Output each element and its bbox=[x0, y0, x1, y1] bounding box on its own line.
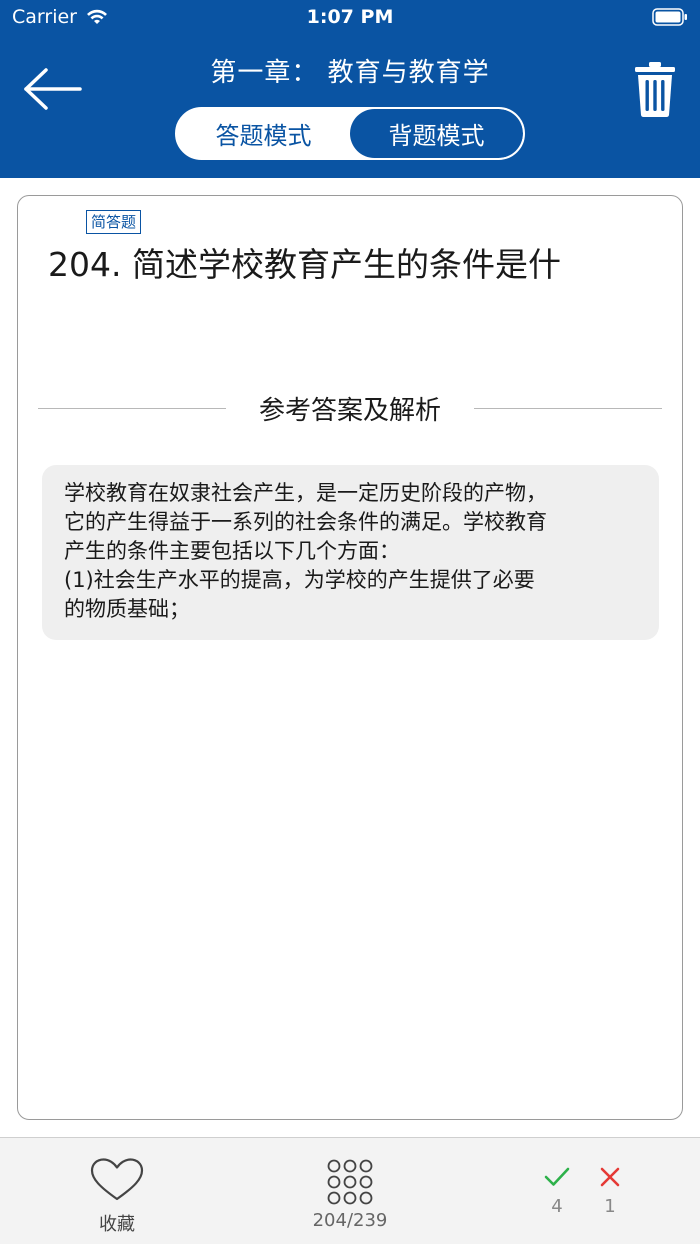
answer-line: (1)社会生产水平的提高，为学校的产生提供了必要 bbox=[64, 568, 535, 592]
status-bar: Carrier 1:07 PM bbox=[0, 0, 700, 36]
wrong-stat: 1 bbox=[590, 1166, 630, 1217]
progress-label: 204/239 bbox=[312, 1210, 388, 1231]
correct-stat: 4 bbox=[537, 1166, 577, 1217]
heart-icon bbox=[90, 1158, 144, 1201]
answer-line: 它的产生得益于一系列的社会条件的满足。学校教育 bbox=[64, 510, 547, 534]
mode-segmented-control: 答题模式 背题模式 bbox=[175, 107, 525, 160]
answer-section-header: 参考答案及解析 bbox=[38, 388, 662, 428]
wrong-count: 1 bbox=[604, 1196, 616, 1217]
battery-icon bbox=[652, 8, 687, 26]
question-grid-button[interactable]: 204/239 bbox=[300, 1156, 400, 1236]
answer-explanation-box: 学校教育在奴隶社会产生，是一定历史阶段的产物， 它的产生得益于一系列的社会条件的… bbox=[42, 465, 659, 640]
back-arrow-icon[interactable] bbox=[22, 66, 84, 112]
favorite-button[interactable]: 收藏 bbox=[80, 1156, 154, 1236]
status-time: 1:07 PM bbox=[306, 6, 394, 28]
question-type-badge: 简答题 bbox=[86, 210, 142, 234]
answer-line: 的物质基础； bbox=[64, 597, 190, 621]
header: Carrier 1:07 PM 第一章： 教育与教育学 答题模式 背题模式 bbox=[0, 0, 700, 178]
question-text: 204. 简述学校教育产生的条件是什 bbox=[48, 245, 561, 284]
divider-right bbox=[474, 408, 662, 409]
cross-icon bbox=[600, 1167, 620, 1187]
favorite-label: 收藏 bbox=[99, 1214, 135, 1235]
checkmark-icon bbox=[544, 1167, 570, 1186]
chapter-title: 第一章： 教育与教育学 bbox=[210, 58, 490, 88]
grid-dots-icon bbox=[327, 1159, 373, 1205]
bottom-toolbar: 收藏 204/239 4 1 bbox=[0, 1137, 700, 1244]
answer-mode-tab[interactable]: 答题模式 bbox=[177, 109, 350, 158]
correct-count: 4 bbox=[551, 1196, 563, 1217]
answer-line: 产生的条件主要包括以下几个方面： bbox=[64, 539, 400, 563]
question-card: 简答题 204. 简述学校教育产生的条件是什 参考答案及解析 学校教育在奴隶社会… bbox=[17, 195, 683, 1120]
answer-line: 学校教育在奴隶社会产生，是一定历史阶段的产物， bbox=[64, 481, 547, 505]
trash-icon[interactable] bbox=[634, 60, 676, 118]
review-mode-tab[interactable]: 背题模式 bbox=[350, 109, 523, 158]
